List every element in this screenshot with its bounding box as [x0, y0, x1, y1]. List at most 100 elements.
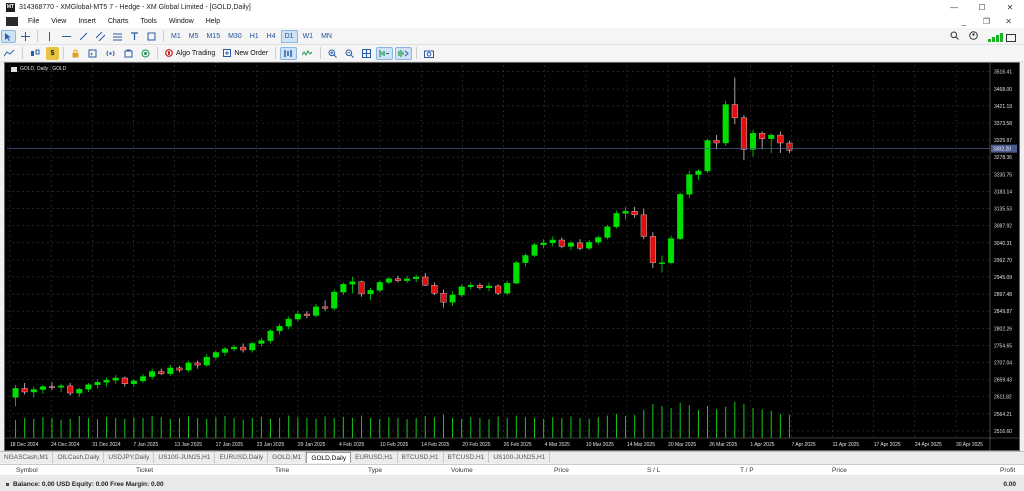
market-icon[interactable] [121, 47, 136, 60]
dollar-sign-icon[interactable]: $ [46, 46, 59, 60]
col-stop-loss[interactable]: S / L [647, 467, 660, 474]
candle-body [203, 356, 210, 366]
autoscroll-icon[interactable] [395, 46, 413, 60]
chart-tab[interactable]: BTCUSD,H1 [398, 452, 444, 463]
close-button[interactable]: ✕ [996, 0, 1024, 15]
child-close-button[interactable]: ✕ [1005, 15, 1012, 28]
screenshot-icon[interactable] [421, 47, 437, 60]
menu-window[interactable]: Window [163, 18, 200, 25]
candle-body [777, 134, 784, 144]
tick-chart-icon[interactable] [299, 47, 316, 60]
y-tick-label: 2897.48 [994, 292, 1012, 298]
candle-body [586, 241, 593, 249]
chart-window[interactable]: 3516.41 3468.00 3421.19 3373.58 3325.97 3278.… [4, 62, 1020, 451]
user-account-icon[interactable] [969, 31, 978, 42]
x-tick-label: 26 Feb 2025 [504, 442, 532, 448]
fibonacci-icon[interactable] [110, 30, 125, 43]
menu-view[interactable]: View [45, 18, 72, 25]
lock-icon[interactable] [68, 47, 83, 60]
candle-body [504, 282, 511, 294]
menu-insert[interactable]: Insert [72, 18, 102, 25]
chart-window-icon[interactable] [6, 17, 18, 26]
chart-tab[interactable]: USDJPY,Daily [104, 452, 155, 463]
timeframe-m5[interactable]: M5 [186, 30, 202, 43]
chart-tab[interactable]: GOLD,M1 [268, 452, 307, 463]
chart-tab[interactable]: EURUSD,Daily [215, 452, 269, 463]
timeframe-d1[interactable]: D1 [280, 29, 298, 43]
connection-signal-icon[interactable] [988, 32, 1016, 42]
zoom-out-icon[interactable] [342, 47, 357, 60]
x-tick-label: 17 Jan 2025 [216, 442, 244, 448]
col-price-current[interactable]: Price [832, 467, 847, 474]
chart-tab[interactable]: US100-JUN25,H1 [489, 452, 551, 463]
trendline-icon[interactable] [76, 30, 91, 43]
gold-daily-chart[interactable]: 3516.41 3468.00 3421.19 3373.58 3325.97 3278.… [5, 63, 1019, 450]
menu-tools[interactable]: Tools [134, 18, 162, 25]
candle-body [185, 362, 192, 371]
chart-tab-active[interactable]: GOLD,Daily [306, 452, 352, 463]
candle-body [322, 306, 329, 309]
chart-shift-icon[interactable] [376, 46, 394, 60]
candle-body [394, 278, 401, 281]
depth-of-market-icon[interactable] [280, 46, 298, 60]
shapes-icon[interactable] [144, 30, 159, 43]
candle-body [613, 213, 620, 227]
chart-tab[interactable]: OILCash,Daily [53, 452, 105, 463]
new-order-button[interactable]: New Order [219, 47, 272, 60]
chart-type-icon[interactable] [27, 47, 44, 60]
signal-broadcast-icon[interactable] [102, 47, 119, 60]
zoom-in-icon[interactable] [325, 47, 340, 60]
candle-body [167, 367, 174, 374]
crosshair-icon[interactable] [18, 30, 33, 43]
candle-body [94, 382, 101, 386]
tile-windows-icon[interactable] [359, 47, 374, 60]
candle-body [485, 285, 493, 288]
cursor-tool-icon[interactable] [1, 29, 16, 43]
timeframe-m1[interactable]: M1 [168, 30, 184, 43]
search-icon[interactable] [950, 31, 959, 42]
minimize-button[interactable]: — [940, 0, 968, 15]
timeframe-m15[interactable]: M15 [203, 30, 223, 43]
maximize-button[interactable]: ☐ [968, 0, 996, 15]
code-editor-icon[interactable] [85, 47, 100, 60]
col-profit[interactable]: Profit [1000, 467, 1015, 474]
chart-tab[interactable]: BTCUSD,H1 [444, 452, 490, 463]
col-volume[interactable]: Volume [451, 467, 473, 474]
col-take-profit[interactable]: T / P [740, 467, 754, 474]
y-tick-label: 3516.41 [994, 70, 1012, 76]
candle-body [658, 262, 666, 264]
menu-file[interactable]: File [22, 18, 45, 25]
algo-trading-button[interactable]: Algo Trading [161, 47, 219, 60]
indicators-icon[interactable] [1, 47, 18, 60]
child-minimize-button[interactable]: _ [962, 15, 966, 28]
timeframe-h1[interactable]: H1 [247, 30, 262, 43]
timeframe-w1[interactable]: W1 [300, 30, 317, 43]
col-symbol[interactable]: Symbol [16, 467, 38, 474]
col-time[interactable]: Time [275, 467, 289, 474]
candle-body [476, 285, 483, 288]
chart-tab[interactable]: NGASCash,M1 [0, 452, 54, 463]
chart-tab[interactable]: US100-JUN25,H1 [154, 452, 216, 463]
candle-body [786, 142, 793, 151]
candle-body [713, 140, 720, 144]
timeframe-m30[interactable]: M30 [225, 30, 245, 43]
col-type[interactable]: Type [368, 467, 382, 474]
text-tool-icon[interactable] [127, 30, 142, 43]
child-restore-button[interactable]: ❐ [983, 15, 990, 28]
candle-body [231, 346, 238, 350]
menu-charts[interactable]: Charts [102, 18, 135, 25]
chart-tab[interactable]: EURUSD,H1 [351, 452, 398, 463]
channel-icon[interactable] [93, 30, 108, 43]
col-ticket[interactable]: Ticket [136, 467, 153, 474]
horizontal-line-icon[interactable] [59, 30, 74, 43]
col-price-open[interactable]: Price [554, 467, 569, 474]
candle-body [722, 104, 729, 144]
vertical-line-icon[interactable] [42, 30, 57, 43]
chart-tabs-bar: NGASCash,M1 OILCash,Daily USDJPY,Daily U… [0, 451, 1024, 463]
menu-help[interactable]: Help [200, 18, 226, 25]
timeframe-h4[interactable]: H4 [264, 30, 279, 43]
candle-body [303, 313, 310, 316]
vps-icon[interactable] [138, 47, 153, 60]
timeframe-mn[interactable]: MN [318, 30, 335, 43]
candle-body [30, 389, 37, 393]
